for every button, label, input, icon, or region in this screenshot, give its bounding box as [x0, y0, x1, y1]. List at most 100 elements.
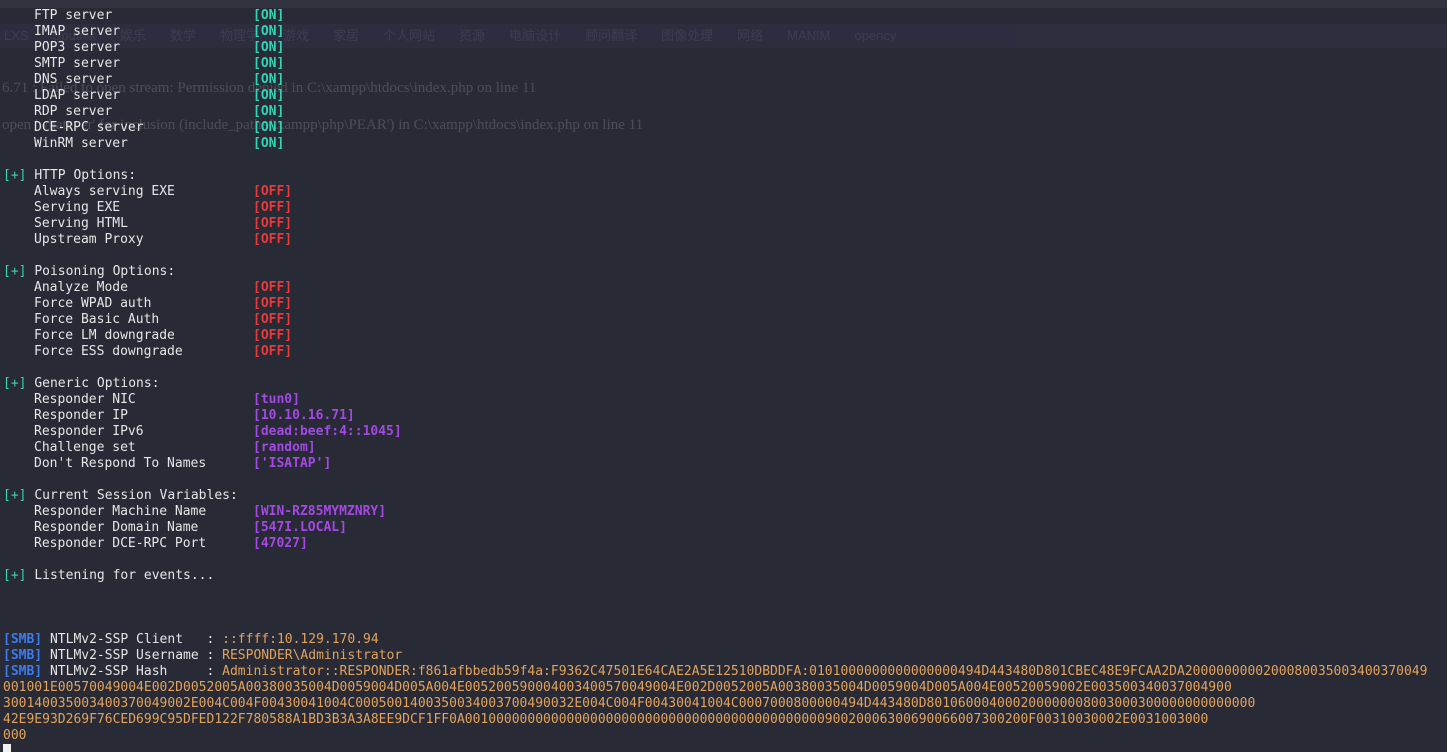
generic-option-label: Don't Respond To Names: [34, 456, 207, 471]
http-option-label: Always serving EXE: [34, 184, 175, 199]
server-value: [ON]: [253, 104, 285, 119]
generic-options-header: [+] Generic Options:: [3, 376, 1447, 392]
poisoning-option-row: Force WPAD auth [OFF]: [3, 296, 1447, 312]
section-prefix: [+]: [3, 376, 27, 391]
generic-option-label: Responder IPv6: [34, 424, 144, 439]
server-value: [ON]: [253, 56, 285, 71]
generic-option-label: Responder IP: [34, 408, 128, 423]
smb-client-line: [SMB] NTLMv2-SSP Client : ::ffff:10.129.…: [3, 632, 1447, 648]
smb-username-label: NTLMv2-SSP Username :: [49, 648, 223, 663]
server-value: [ON]: [253, 8, 285, 23]
generic-option-row: Responder NIC [tun0]: [3, 392, 1447, 408]
poisoning-option-label: Force LM downgrade: [34, 328, 175, 343]
http-option-label: Serving HTML: [34, 216, 128, 231]
server-row: LDAP server [ON]: [3, 88, 1447, 104]
generic-option-value: ['ISATAP']: [253, 456, 332, 471]
listening-text: Listening for events...: [34, 568, 215, 583]
http-option-value: [OFF]: [253, 200, 293, 215]
session-variable-label: Responder Machine Name: [34, 504, 207, 519]
http-option-row: Serving EXE [OFF]: [3, 200, 1447, 216]
server-row: SMTP server [ON]: [3, 56, 1447, 72]
server-list: FTP server [ON] IMAP server [ON] POP3 server…: [3, 8, 1447, 152]
section-title: Current Session Variables:: [34, 488, 238, 503]
server-row: RDP server [ON]: [3, 104, 1447, 120]
poisoning-option-value: [OFF]: [253, 344, 293, 359]
server-value: [ON]: [253, 120, 285, 135]
server-value: [ON]: [253, 40, 285, 55]
prompt-line[interactable]: [3, 744, 1447, 752]
http-options-list: Always serving EXE [OFF] Serving EXE [OFF] S…: [3, 184, 1447, 248]
poisoning-option-label: Analyze Mode: [34, 280, 128, 295]
generic-option-label: Responder NIC: [34, 392, 136, 407]
http-option-row: Always serving EXE [OFF]: [3, 184, 1447, 200]
session-variable-row: Responder Machine Name [WIN-RZ85MYMZNRY]: [3, 504, 1447, 520]
smb-username-line: [SMB] NTLMv2-SSP Username : RESPONDER\Ad…: [3, 648, 1447, 664]
server-label: FTP server: [34, 8, 113, 23]
server-row: FTP server [ON]: [3, 8, 1447, 24]
poisoning-option-value: [OFF]: [253, 312, 293, 327]
server-value: [ON]: [253, 24, 285, 39]
session-variable-value: [47027]: [253, 536, 308, 551]
poisoning-option-value: [OFF]: [253, 328, 293, 343]
session-variable-value: [WIN-RZ85MYMZNRY]: [253, 504, 387, 519]
server-label: SMTP server: [34, 56, 121, 71]
poisoning-option-label: Force ESS downgrade: [34, 344, 183, 359]
session-variable-row: Responder DCE-RPC Port [47027]: [3, 536, 1447, 552]
server-row: IMAP server [ON]: [3, 24, 1447, 40]
server-row: WinRM server [ON]: [3, 136, 1447, 152]
poisoning-option-row: Analyze Mode [OFF]: [3, 280, 1447, 296]
poisoning-option-label: Force WPAD auth: [34, 296, 152, 311]
listening-line: [+] Listening for events...: [3, 568, 1447, 584]
generic-option-row: Responder IPv6 [dead:beef:4::1045]: [3, 424, 1447, 440]
generic-option-row: Challenge set [random]: [3, 440, 1447, 456]
session-variable-value: [547I.LOCAL]: [253, 520, 347, 535]
session-variables-header: [+] Current Session Variables:: [3, 488, 1447, 504]
generic-option-value: [random]: [253, 440, 316, 455]
server-label: IMAP server: [34, 24, 121, 39]
server-label: DNS server: [34, 72, 113, 87]
poisoning-options-list: Analyze Mode [OFF] Force WPAD auth [OFF] For…: [3, 280, 1447, 360]
smb-username-value: RESPONDER\Administrator: [222, 648, 403, 663]
smb-hash-value: Administrator::RESPONDER:f861afbbedb59f4…: [222, 664, 1428, 679]
smb-hash-continuation: 42E9E93D269F76CED699C95DFED122F780588A1B…: [3, 712, 1209, 727]
generic-option-label: Challenge set: [34, 440, 136, 455]
smb-tag: [SMB]: [3, 648, 43, 663]
section-title: Generic Options:: [34, 376, 160, 391]
server-row: DCE-RPC server [ON]: [3, 120, 1447, 136]
generic-option-row: Don't Respond To Names ['ISATAP']: [3, 456, 1447, 472]
terminal-cursor[interactable]: [3, 744, 11, 752]
smb-hash-continuation: 001001E00570049004E002D0052005A003800350…: [3, 680, 1232, 695]
generic-option-value: [10.10.16.71]: [253, 408, 355, 423]
terminal-window[interactable]: LXS Sputnik 娱乐 数学 物理学 游戏 家居 个人网站 资源 电脑设计 顾问翻译 图像处理网…: [0, 0, 1447, 752]
section-title: Poisoning Options:: [34, 264, 176, 279]
section-prefix: [+]: [3, 568, 27, 583]
poisoning-option-row: Force Basic Auth [OFF]: [3, 312, 1447, 328]
smb-hash-continuation: 000: [3, 728, 27, 743]
smb-client-label: NTLMv2-SSP Client :: [49, 632, 223, 647]
session-variable-label: Responder DCE-RPC Port: [34, 536, 207, 551]
section-prefix: [+]: [3, 488, 27, 503]
http-option-row: Serving HTML [OFF]: [3, 216, 1447, 232]
smb-hash-line: [SMB] NTLMv2-SSP Hash : Administrator::R…: [3, 664, 1447, 680]
server-label: DCE-RPC server: [34, 120, 144, 135]
smb-client-value: ::ffff:10.129.170.94: [222, 632, 379, 647]
http-options-header: [+] HTTP Options:: [3, 168, 1447, 184]
session-variables-list: Responder Machine Name [WIN-RZ85MYMZNRY] R…: [3, 504, 1447, 552]
smb-tag: [SMB]: [3, 664, 43, 679]
poisoning-option-label: Force Basic Auth: [34, 312, 160, 327]
poisoning-option-value: [OFF]: [253, 296, 293, 311]
http-option-value: [OFF]: [253, 216, 293, 231]
server-label: POP3 server: [34, 40, 121, 55]
session-variable-row: Responder Domain Name [547I.LOCAL]: [3, 520, 1447, 536]
poisoning-option-row: Force ESS downgrade [OFF]: [3, 344, 1447, 360]
server-value: [ON]: [253, 136, 285, 151]
http-option-value: [OFF]: [253, 184, 293, 199]
poisoning-option-value: [OFF]: [253, 280, 293, 295]
smb-tag: [SMB]: [3, 632, 43, 647]
